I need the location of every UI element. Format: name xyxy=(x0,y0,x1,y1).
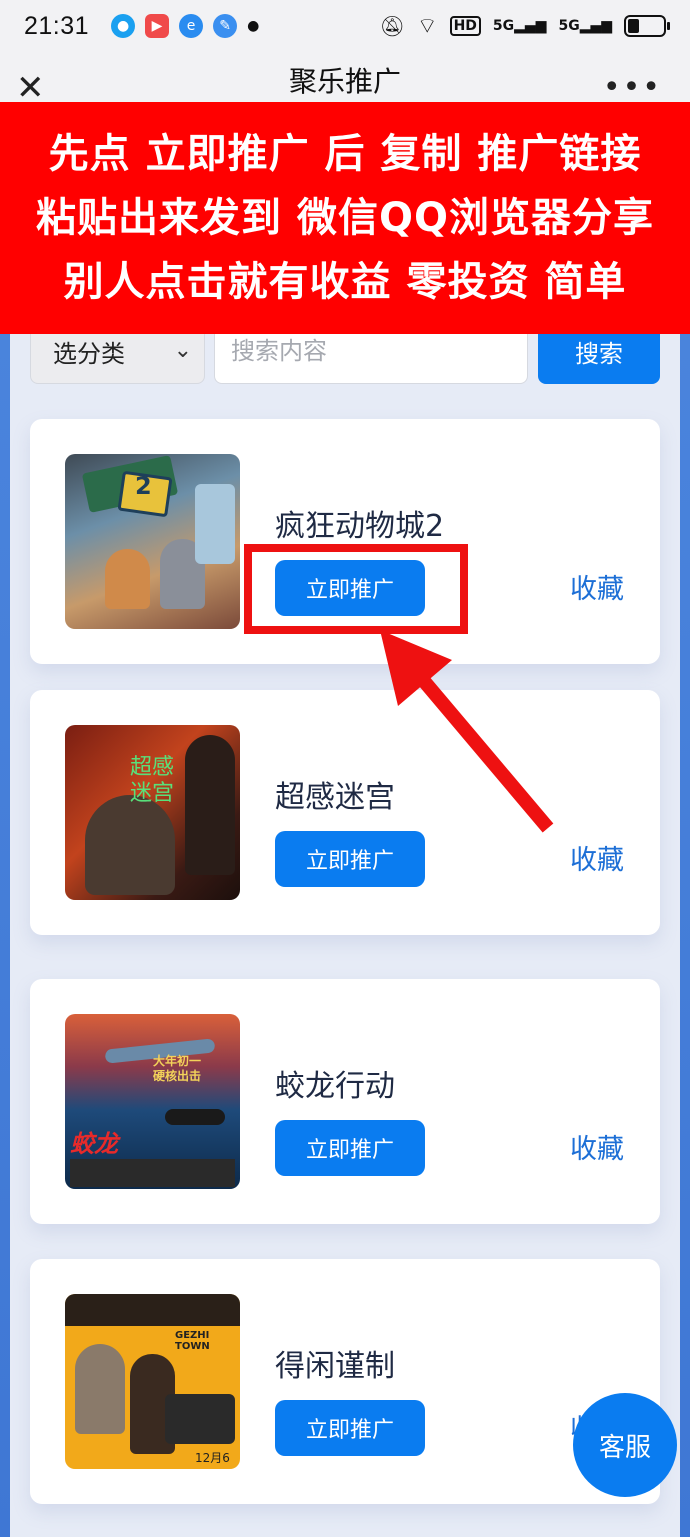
banner-line-3: 别人点击就有收益 零投资 简单 xyxy=(63,259,627,305)
video-app-icon: ▶ xyxy=(145,14,170,38)
wifi-icon: ⌔ xyxy=(416,14,438,39)
hd-badge: HD xyxy=(449,16,481,36)
status-bar: 21:31 ● ▶ e ✎ ● 🔕︎ ⌔ HD 5G▂▄▆ 5G▂▄▆ xyxy=(0,0,690,52)
movie-title: 得闲谨制 xyxy=(275,1349,395,1384)
promote-button[interactable]: 立即推广 xyxy=(275,1120,425,1176)
poster-text: GEZHI TOWN xyxy=(175,1330,210,1352)
signal-2: 5G▂▄▆ xyxy=(558,18,612,34)
status-indicators: 🔕︎ ⌔ HD 5G▂▄▆ 5G▂▄▆ xyxy=(379,12,670,40)
category-select-label: 选分类 xyxy=(53,339,125,368)
page-title: 聚乐推广 xyxy=(288,65,401,98)
poster-text: 超感 迷宫 xyxy=(130,755,175,806)
movie-title: 疯狂动物城2 xyxy=(275,509,445,544)
browser-icon: e xyxy=(179,14,204,38)
favorite-link[interactable]: 收藏 xyxy=(570,1127,624,1166)
favorite-link[interactable]: 收藏 xyxy=(570,838,624,877)
instruction-banner: 先点 立即推广 后 复制 推广链接 粘贴出来发到 微信QQ浏览器分享 别人点击就… xyxy=(0,102,690,334)
signal-1: 5G▂▄▆ xyxy=(492,18,547,34)
movie-title: 蛟龙行动 xyxy=(275,1069,395,1104)
movie-poster[interactable]: 2 xyxy=(65,454,240,629)
poster-date: 12月6日 xyxy=(195,1451,230,1469)
status-time: 21:31 xyxy=(24,11,90,40)
chevron-down-icon: ⌄ xyxy=(173,338,192,363)
banner-line-1: 先点 立即推广 后 复制 推广链接 xyxy=(48,131,642,177)
mute-icon: 🔕︎ xyxy=(379,14,405,38)
movie-card: 大年初一 硬核出击 蛟龙 蛟龙行动 立即推广 收藏 xyxy=(30,979,660,1224)
movie-poster[interactable]: GEZHI TOWN 12月6日 xyxy=(65,1294,240,1469)
feather-app-icon: ✎ xyxy=(213,14,238,38)
banner-line-2: 粘贴出来发到 微信QQ浏览器分享 xyxy=(36,195,654,241)
pointer-arrow-icon xyxy=(380,630,554,833)
movie-poster[interactable]: 超感 迷宫 xyxy=(65,725,240,900)
notification-dot-icon: ● xyxy=(247,18,260,34)
movie-poster[interactable]: 大年初一 硬核出击 蛟龙 xyxy=(65,1014,240,1189)
battery-icon xyxy=(624,15,670,37)
poster-text: 2 xyxy=(135,472,152,500)
promote-button[interactable]: 立即推广 xyxy=(275,1400,425,1456)
status-app-icons: ● ▶ e ✎ ● xyxy=(111,14,259,38)
qq-icon: ● xyxy=(111,14,136,38)
customer-service-button[interactable]: 客服 xyxy=(573,1393,677,1497)
highlight-box xyxy=(244,544,468,634)
movie-card: GEZHI TOWN 12月6日 得闲谨制 立即推广 收藏 xyxy=(30,1259,660,1504)
more-icon[interactable]: ••• xyxy=(603,70,662,105)
poster-text: 大年初一 硬核出击 xyxy=(153,1054,202,1083)
favorite-link[interactable]: 收藏 xyxy=(570,567,624,606)
